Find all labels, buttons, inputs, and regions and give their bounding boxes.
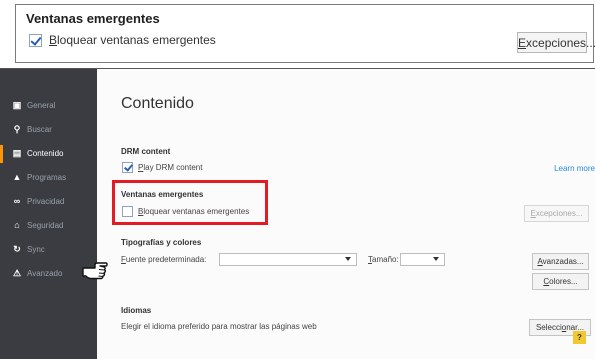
sidebar-item-search[interactable]: ⚲ Buscar: [0, 121, 97, 139]
drm-section-title: DRM content: [121, 147, 171, 156]
access-key: E: [518, 36, 527, 50]
sidebar-item-label: General: [27, 101, 56, 110]
pointing-hand-icon: [82, 262, 108, 280]
default-font-select[interactable]: [219, 253, 357, 266]
sidebar-item-content[interactable]: ▤ Contenido: [0, 145, 97, 163]
button-text: vanzadas...: [542, 257, 584, 266]
highlight-box: [112, 180, 268, 225]
sidebar: ▣ General ⚲ Buscar ▤ Contenido ▲ Programas ∞…: [0, 69, 97, 359]
advanced-fonts-button[interactable]: Avanzadas...: [532, 253, 589, 270]
chevron-down-icon: [433, 257, 439, 261]
search-icon: ⚲: [13, 124, 21, 134]
colors-button[interactable]: Colores...: [532, 273, 589, 290]
sidebar-item-applications[interactable]: ▲ Programas: [0, 169, 97, 187]
popups-checkbox[interactable]: [122, 206, 133, 217]
learn-more-link[interactable]: Learn more: [554, 164, 595, 173]
content-icon: ▤: [12, 148, 22, 158]
default-font-label: Fuente predeterminada:: [121, 255, 206, 264]
sidebar-item-privacy[interactable]: ∞ Privacidad: [0, 193, 97, 211]
access-key: B: [49, 33, 58, 47]
sidebar-item-label: Buscar: [27, 125, 52, 134]
button-text: xcepciones...: [526, 36, 595, 50]
label-text: loquear ventanas emergentes: [143, 207, 250, 216]
security-icon: ⌂: [14, 220, 20, 230]
button-text: Selecci: [535, 323, 562, 332]
drm-checkbox[interactable]: [122, 162, 133, 173]
sidebar-item-sync[interactable]: ↻ Sync: [0, 241, 97, 259]
sidebar-item-label: Avanzado: [27, 269, 63, 278]
label-text: amaño:: [372, 255, 399, 264]
sidebar-item-label: Privacidad: [27, 197, 65, 206]
sidebar-item-label: Programas: [27, 173, 67, 182]
popups-zoom-checkbox-label[interactable]: Bloquear ventanas emergentes: [49, 33, 216, 47]
languages-section-title: Idiomas: [121, 306, 152, 315]
sync-icon: ↻: [13, 244, 21, 254]
label-text: uente predeterminada:: [125, 255, 207, 264]
privacy-icon: ∞: [13, 196, 21, 206]
sidebar-item-label: Sync: [27, 245, 45, 254]
popups-exceptions-button[interactable]: Excepciones...: [524, 205, 589, 222]
fonts-section-title: Tipografías y colores: [121, 238, 202, 247]
applications-icon: ▲: [12, 172, 22, 182]
popups-zoom-exceptions-button[interactable]: Excepciones...: [517, 32, 595, 53]
sidebar-item-security[interactable]: ⌂ Seguridad: [0, 217, 97, 235]
button-text: olores...: [549, 277, 578, 286]
drm-checkbox-label[interactable]: Play DRM content: [138, 163, 202, 172]
size-label: Tamaño:: [368, 255, 399, 264]
label-text: lay DRM content: [143, 163, 203, 172]
label-text: loquear ventanas emergentes: [57, 33, 216, 47]
sidebar-item-label: Seguridad: [27, 221, 64, 230]
popups-zoom-title: Ventanas emergentes: [26, 11, 160, 26]
preferences-window: ▣ General ⚲ Buscar ▤ Contenido ▲ Programas ∞…: [0, 68, 595, 359]
popups-section-title: Ventanas emergentes: [121, 190, 204, 199]
popups-zoom-checkbox[interactable]: [29, 34, 42, 47]
advanced-icon: ⚠: [12, 268, 22, 278]
languages-description: Elegir el idioma preferido para mostrar …: [121, 322, 317, 331]
button-text: xcepciones...: [535, 209, 583, 218]
content-pane: Contenido DRM content Play DRM content L…: [97, 69, 595, 359]
popups-checkbox-label[interactable]: Bloquear ventanas emergentes: [138, 207, 249, 216]
sidebar-item-label: Contenido: [27, 149, 64, 158]
page-title: Contenido: [121, 95, 194, 112]
sidebar-item-general[interactable]: ▣ General: [0, 97, 97, 115]
size-select[interactable]: [400, 253, 445, 266]
help-button[interactable]: ?: [573, 331, 586, 344]
general-icon: ▣: [12, 100, 22, 110]
popups-zoom-panel: Ventanas emergentes Bloquear ventanas em…: [15, 4, 595, 63]
chevron-down-icon: [345, 257, 351, 261]
